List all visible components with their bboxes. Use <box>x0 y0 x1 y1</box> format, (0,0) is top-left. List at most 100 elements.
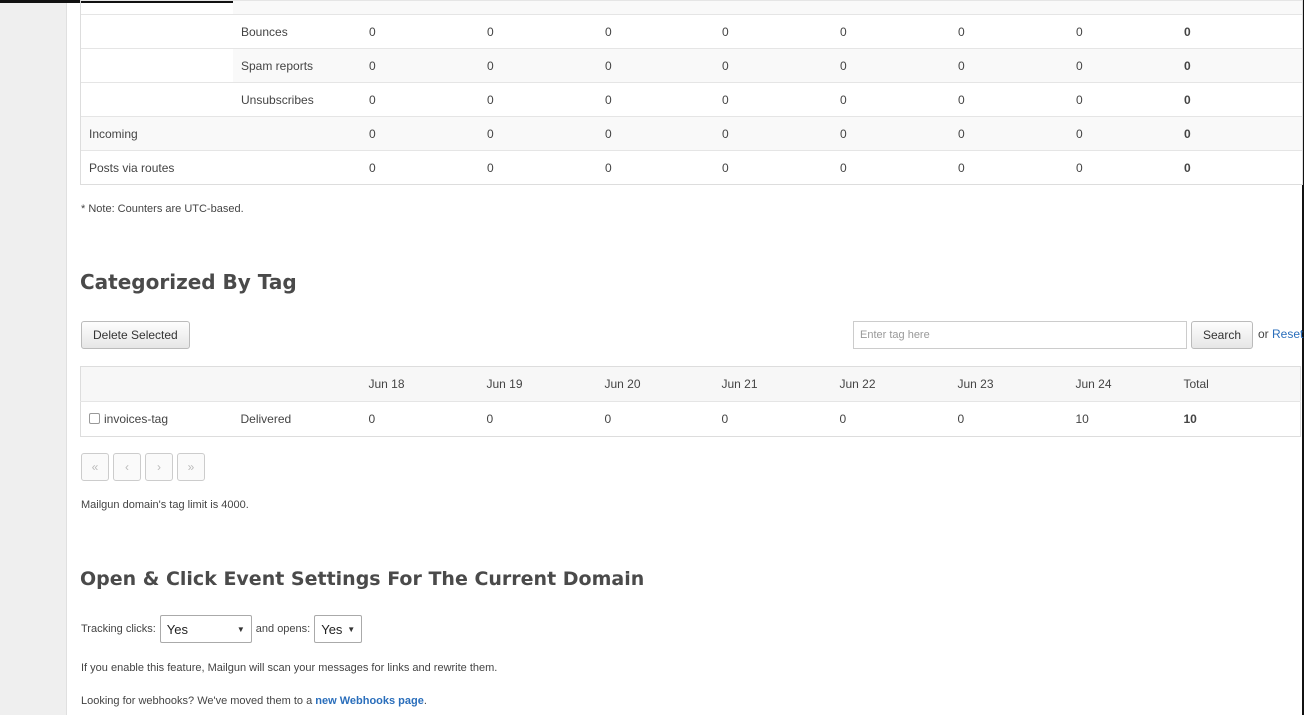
stats-cell: 0 <box>479 150 597 184</box>
column-header: Jun 19 <box>478 366 597 402</box>
column-header: Jun 23 <box>949 366 1068 402</box>
column-header: Jun 21 <box>713 366 832 402</box>
reset-link[interactable]: Reset <box>1272 327 1303 341</box>
tag-cell: 0 <box>831 401 950 437</box>
stats-total-cell: 0 <box>1176 48 1302 83</box>
webhooks-note: Looking for webhooks? We've moved them t… <box>81 695 427 707</box>
stats-cell: 0 <box>950 82 1068 117</box>
stats-cell: 0 <box>479 48 597 83</box>
stats-row-label: Unsubscribes <box>233 82 361 117</box>
stats-cell: 0 <box>714 150 832 184</box>
stats-total-cell: 0 <box>1176 14 1302 49</box>
stats-cell: 0 <box>597 14 714 49</box>
tags-heading: Categorized By Tag <box>80 270 297 294</box>
tracking-settings: Tracking clicks: Yes ▼ and opens: Yes ▼ <box>81 615 363 643</box>
stats-cell: 0 <box>361 14 479 49</box>
webhooks-link[interactable]: new Webhooks page <box>315 695 424 707</box>
stats-row-label <box>233 150 361 184</box>
tag-cell: 0 <box>478 401 597 437</box>
stats-cell: 0 <box>1068 116 1176 151</box>
tag-cell: 10 <box>1067 401 1176 437</box>
column-header: Jun 22 <box>831 366 950 402</box>
tag-table-header: Jun 18 Jun 19 Jun 20 Jun 21 Jun 22 Jun 2… <box>80 366 1301 402</box>
stats-cell: 0 <box>832 14 950 49</box>
stats-cell: 0 <box>597 48 714 83</box>
stats-cell: 0 <box>950 116 1068 151</box>
stats-row-incoming: Incoming 0 0 0 0 0 0 0 0 <box>81 116 1302 151</box>
tracking-info: If you enable this feature, Mailgun will… <box>81 662 498 674</box>
stats-cell: 0 <box>950 48 1068 83</box>
left-rail <box>0 0 67 715</box>
stats-row-bounces: Bounces 0 0 0 0 0 0 0 0 <box>81 14 1302 49</box>
chevron-down-icon: ▼ <box>347 624 356 634</box>
stats-cell: 0 <box>479 82 597 117</box>
tag-name-cell: invoices-tag <box>80 401 233 437</box>
stats-cell: 0 <box>597 150 714 184</box>
stats-cell: 0 <box>361 82 479 117</box>
tag-name: invoices-tag <box>104 412 169 426</box>
stats-table: Bounces 0 0 0 0 0 0 0 0 Spam reports 0 0… <box>80 0 1303 185</box>
tag-search-input[interactable] <box>853 321 1187 349</box>
stats-cell: 0 <box>832 150 950 184</box>
search-button[interactable]: Search <box>1191 321 1253 349</box>
stats-group-cell <box>81 48 233 83</box>
opens-label: and opens: <box>255 623 311 635</box>
stats-row-label <box>233 116 361 151</box>
stats-group-cell: Incoming <box>81 116 233 151</box>
stats-cell: 0 <box>1068 48 1176 83</box>
tracking-clicks-select[interactable]: Yes ▼ <box>159 615 252 643</box>
stats-cell: 0 <box>714 14 832 49</box>
first-page-button[interactable]: « <box>81 453 109 481</box>
tag-total-cell: 10 <box>1175 401 1301 437</box>
stats-cell: 0 <box>832 116 950 151</box>
stats-total-cell: 0 <box>1176 150 1302 184</box>
stats-cell: 0 <box>714 82 832 117</box>
stats-cell: 0 <box>1068 82 1176 117</box>
stats-cell: 0 <box>597 116 714 151</box>
stats-cell: 0 <box>950 150 1068 184</box>
tracking-clicks-label: Tracking clicks: <box>81 623 156 635</box>
stats-group-cell: Posts via routes <box>81 150 233 184</box>
last-page-button[interactable]: » <box>177 453 205 481</box>
next-page-button[interactable]: › <box>145 453 173 481</box>
tag-table: Jun 18 Jun 19 Jun 20 Jun 21 Jun 22 Jun 2… <box>80 366 1301 437</box>
stats-row-label: Bounces <box>233 14 361 49</box>
stats-cell: 0 <box>714 116 832 151</box>
tracking-opens-select[interactable]: Yes ▼ <box>314 615 363 643</box>
tag-limit-note: Mailgun domain's tag limit is 4000. <box>81 499 249 511</box>
tag-checkbox[interactable] <box>89 413 100 424</box>
tag-row: invoices-tag Delivered 0 0 0 0 0 0 10 10 <box>80 401 1301 437</box>
stats-row-unsubscribes: Unsubscribes 0 0 0 0 0 0 0 0 <box>81 82 1302 117</box>
tag-cell: 0 <box>713 401 832 437</box>
stats-total-cell: 0 <box>1176 82 1302 117</box>
stats-cell: 0 <box>950 14 1068 49</box>
stats-cell: 0 <box>479 14 597 49</box>
stats-cell: 0 <box>597 82 714 117</box>
stats-cell: 0 <box>1068 14 1176 49</box>
stats-total-cell: 0 <box>1176 116 1302 151</box>
stats-cell: 0 <box>361 48 479 83</box>
tag-cell: 0 <box>949 401 1068 437</box>
utc-note: * Note: Counters are UTC-based. <box>81 203 244 215</box>
stats-row-label: Spam reports <box>233 48 361 83</box>
or-reset: or Reset <box>1258 327 1304 341</box>
events-heading: Open & Click Event Settings For The Curr… <box>80 568 645 590</box>
stats-cell: 0 <box>479 116 597 151</box>
column-header: Jun 20 <box>596 366 714 402</box>
stats-cell: 0 <box>361 116 479 151</box>
stats-cell: 0 <box>832 82 950 117</box>
column-header: Jun 18 <box>360 366 479 402</box>
stats-row-spam: Spam reports 0 0 0 0 0 0 0 0 <box>81 48 1302 83</box>
stats-group-cell <box>81 14 233 49</box>
chevron-down-icon: ▼ <box>236 624 245 634</box>
stats-cell: 0 <box>714 48 832 83</box>
prev-page-button[interactable]: ‹ <box>113 453 141 481</box>
tag-cell: 0 <box>360 401 479 437</box>
tag-cell: 0 <box>596 401 714 437</box>
pagination: « ‹ › » <box>81 453 205 481</box>
delete-selected-button[interactable]: Delete Selected <box>81 321 190 349</box>
stats-group-cell <box>81 82 233 117</box>
stats-cell: 0 <box>1068 150 1176 184</box>
stats-row-posts-via-routes: Posts via routes 0 0 0 0 0 0 0 0 <box>81 150 1302 184</box>
tag-type-cell: Delivered <box>232 401 361 437</box>
